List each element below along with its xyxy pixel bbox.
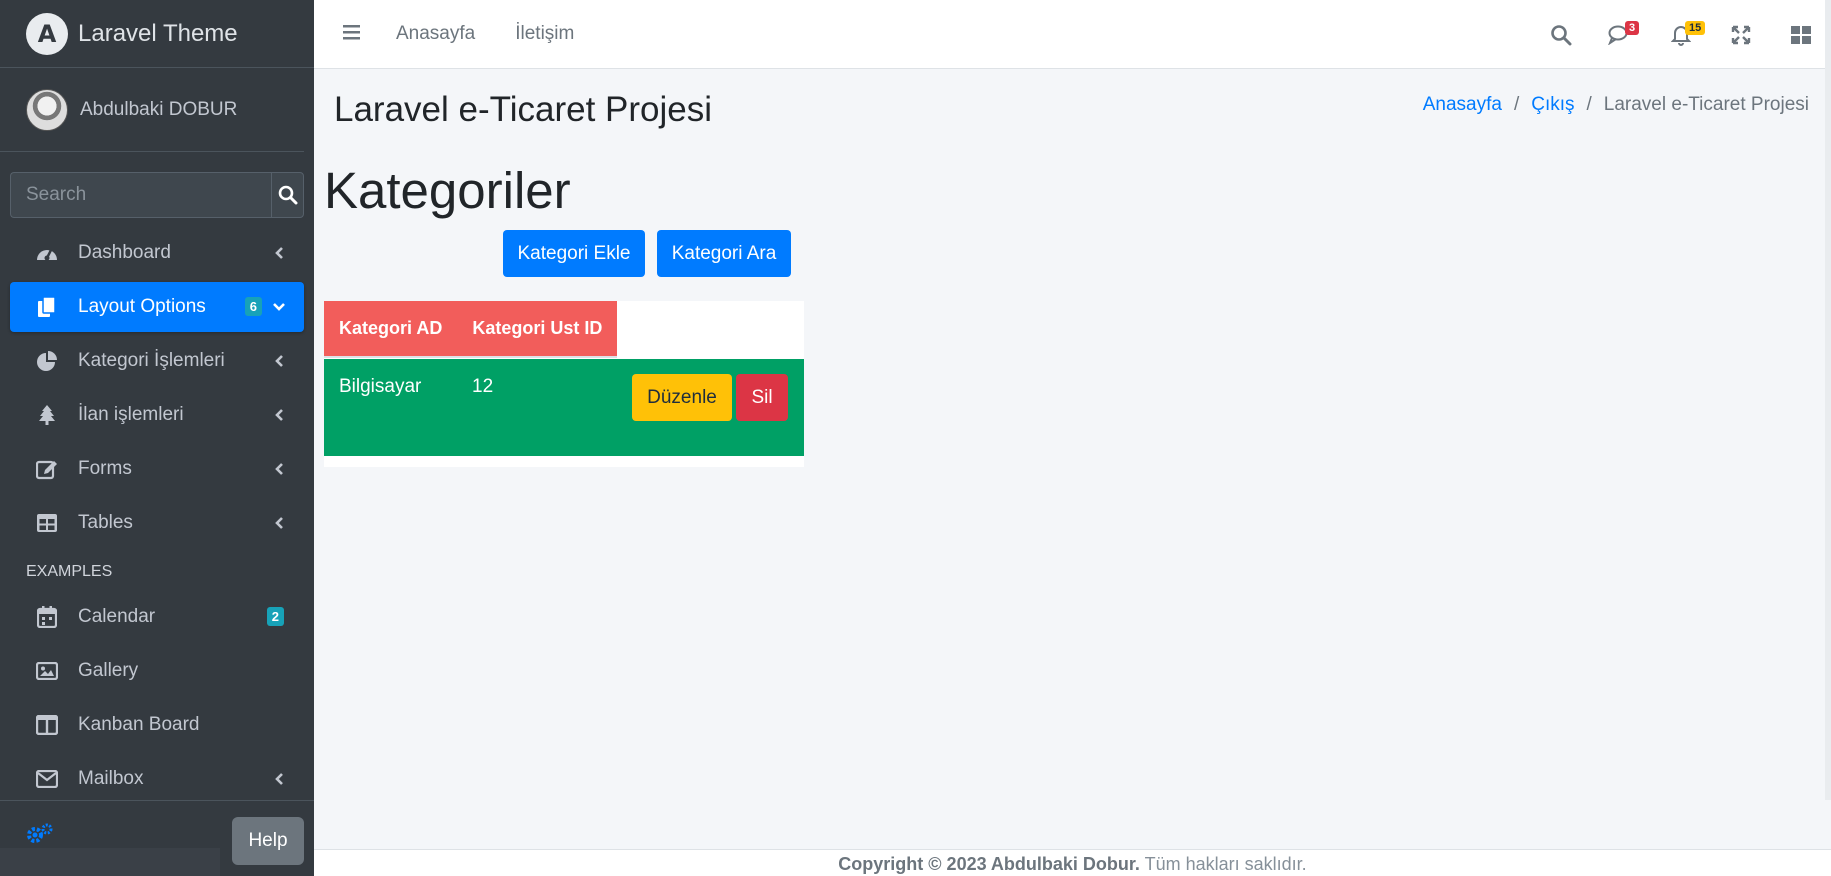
breadcrumb-item-current: Laravel e-Ticaret Projesi — [1603, 94, 1809, 115]
notifications-badge: 15 — [1685, 21, 1706, 35]
sidebar-item-label: Dashboard — [78, 242, 171, 263]
sidebar-nav: Dashboard Layout Options 6 Kategori İşle… — [0, 228, 314, 804]
sidebar-item-label: Calendar — [78, 606, 156, 627]
notifications-icon[interactable]: 15 — [1651, 0, 1711, 69]
breadcrumb-separator: / — [1586, 94, 1592, 115]
sidebar-item-tables[interactable]: Tables — [10, 498, 304, 548]
sidebar-item-ilan-islemleri[interactable]: İlan işlemleri — [10, 390, 304, 440]
edit-button[interactable]: Düzenle — [632, 374, 732, 421]
sidebar-item-kategori-islemleri[interactable]: Kategori İşlemleri — [10, 336, 304, 386]
sidebar-item-label: Tables — [78, 512, 133, 533]
columns-icon — [34, 714, 60, 736]
search-button[interactable] — [271, 172, 304, 218]
table-header: Kategori AD Kategori Ust ID — [324, 301, 618, 358]
search-category-button[interactable]: Kategori Ara — [657, 230, 791, 277]
chevron-left-icon — [272, 408, 286, 422]
search-icon — [278, 185, 297, 205]
table-icon — [34, 512, 60, 534]
sidebar-footer: Help — [0, 800, 314, 876]
breadcrumb: Anasayfa / Çıkış / Laravel e-Ticaret Pro… — [1423, 94, 1809, 116]
sidebar-item-label: Kanban Board — [78, 714, 200, 735]
chevron-left-icon — [272, 516, 286, 530]
content-wrapper: Laravel e-Ticaret Projesi Anasayfa / Çık… — [314, 69, 1831, 849]
messages-icon[interactable]: 3 — [1591, 0, 1651, 69]
calendar-icon — [34, 606, 60, 628]
sidebar-item-mailbox[interactable]: Mailbox — [10, 754, 304, 804]
nav-link-anasayfa[interactable]: Anasayfa — [396, 23, 475, 45]
categories-table: Kategori AD Kategori Ust ID Bilgisayar 1… — [324, 301, 804, 467]
cell-parent-id: 12 — [472, 376, 494, 397]
user-name: Abdulbaki DOBUR — [80, 98, 238, 120]
search-input[interactable] — [10, 172, 271, 218]
brand-logo: A — [26, 12, 68, 55]
chevron-left-icon — [272, 246, 286, 260]
sidebar-item-calendar[interactable]: Calendar 2 — [10, 592, 304, 642]
avatar — [26, 88, 68, 131]
sidebar-item-label: Gallery — [78, 660, 139, 681]
tachometer-icon — [34, 242, 60, 264]
navbar-search-icon[interactable] — [1531, 0, 1591, 69]
edit-icon — [34, 458, 60, 480]
envelope-icon — [34, 768, 60, 790]
nav-header-examples: EXAMPLES — [26, 563, 113, 580]
top-navbar: Anasayfa İletişim 3 15 — [314, 0, 1831, 69]
footer-copyright: Copyright © 2023 Abdulbaki Dobur. — [838, 854, 1140, 874]
sidebar-search — [10, 172, 304, 218]
table-row: Bilgisayar 12 Düzenle Sil — [324, 359, 804, 456]
count-badge: 2 — [266, 607, 284, 626]
cell-category-name: Bilgisayar — [339, 376, 422, 397]
fullscreen-icon[interactable] — [1711, 0, 1771, 69]
sidebar-item-label: İlan işlemleri — [78, 404, 184, 425]
sidebar: A Laravel Theme Abdulbaki DOBUR Dashboar… — [0, 0, 314, 876]
sidebar-item-label: Mailbox — [78, 768, 144, 789]
add-category-button[interactable]: Kategori Ekle — [503, 230, 645, 277]
page-title: Laravel e-Ticaret Projesi — [334, 90, 713, 129]
chart-pie-icon — [34, 350, 60, 372]
count-badge: 6 — [244, 297, 262, 316]
breadcrumb-separator: / — [1513, 94, 1520, 115]
sidebar-item-layout-options[interactable]: Layout Options 6 — [10, 282, 304, 332]
breadcrumb-item-anasayfa[interactable]: Anasayfa — [1423, 94, 1502, 116]
nav-link-iletisim[interactable]: İletişim — [515, 23, 574, 45]
tree-icon — [34, 404, 60, 426]
column-header-name: Kategori AD — [324, 301, 458, 358]
scrollbar[interactable] — [1825, 0, 1831, 800]
help-button[interactable]: Help — [232, 817, 304, 865]
cogs-icon[interactable] — [26, 823, 54, 850]
chevron-left-icon — [272, 772, 286, 786]
brand-name: Laravel Theme — [78, 19, 238, 47]
chevron-left-icon — [272, 354, 286, 368]
sidebar-item-label: Forms — [78, 458, 132, 479]
chevron-left-icon — [272, 462, 286, 476]
sidebar-item-gallery[interactable]: Gallery — [10, 646, 304, 696]
footer-rights: Tüm hakları saklıdır. — [1144, 854, 1307, 874]
breadcrumb-item-cikis[interactable]: Çıkış — [1531, 94, 1574, 116]
brand-link[interactable]: A Laravel Theme — [0, 0, 314, 68]
image-icon — [34, 660, 60, 682]
sidebar-item-forms[interactable]: Forms — [10, 444, 304, 494]
menu-toggle-icon[interactable] — [342, 23, 362, 46]
main-footer: Copyright © 2023 Abdulbaki Dobur. Tüm ha… — [314, 849, 1831, 876]
chevron-down-icon — [272, 300, 286, 314]
sidebar-item-kanban-board[interactable]: Kanban Board — [10, 700, 304, 750]
messages-badge: 3 — [1625, 21, 1640, 35]
footer-strip — [0, 848, 220, 876]
section-title: Kategoriler — [324, 162, 571, 219]
user-panel[interactable]: Abdulbaki DOBUR — [0, 68, 304, 152]
delete-button[interactable]: Sil — [736, 374, 788, 421]
copy-icon — [34, 296, 60, 318]
navbar-right: 3 15 — [1531, 0, 1831, 69]
control-sidebar-icon[interactable] — [1771, 0, 1831, 69]
sidebar-item-dashboard[interactable]: Dashboard — [10, 228, 304, 278]
sidebar-item-label: Layout Options — [78, 296, 206, 317]
sidebar-item-label: Kategori İşlemleri — [78, 350, 225, 371]
column-header-parent-id: Kategori Ust ID — [457, 301, 618, 358]
